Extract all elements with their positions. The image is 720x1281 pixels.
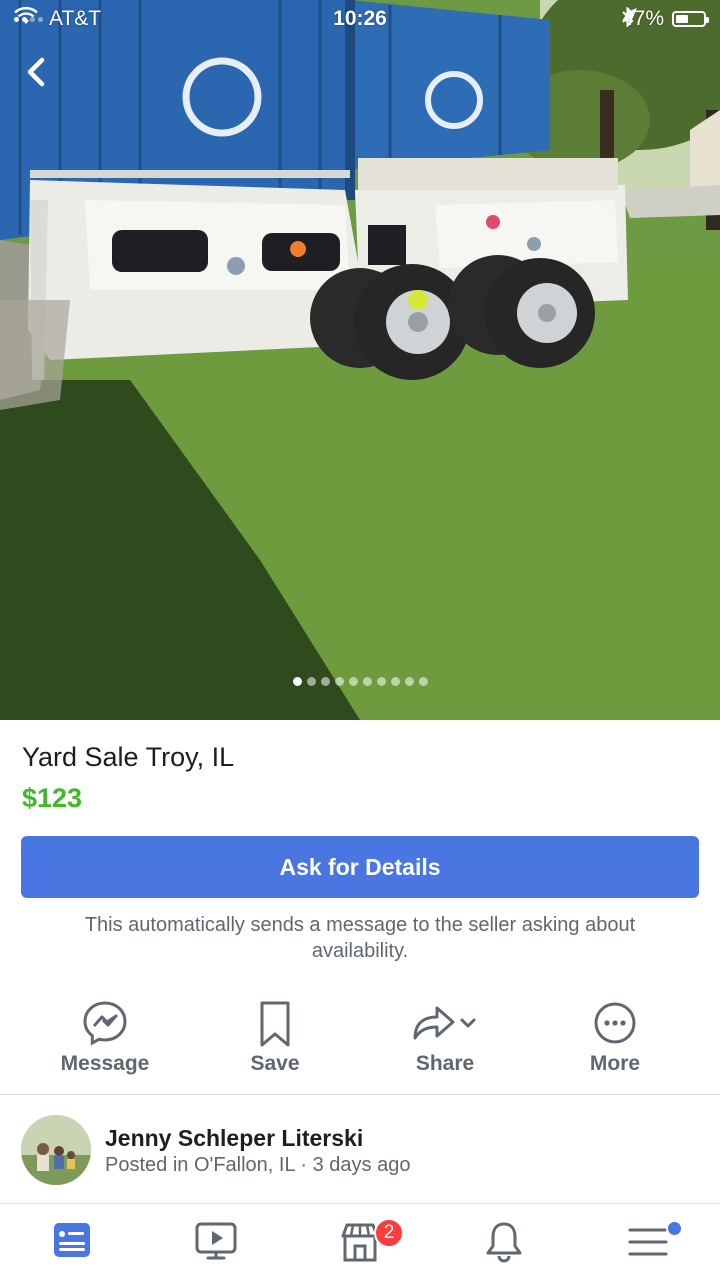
photo-pager[interactable] [0,677,720,686]
news-feed-icon [54,1223,90,1257]
listing-photo[interactable]: AT&T 10:26 47% [0,0,720,720]
pager-dot[interactable] [292,677,302,686]
seller-post-info: Posted in O'Fallon, IL · 3 days ago [105,1154,411,1176]
watch-icon [195,1222,237,1260]
share-button[interactable]: Share [360,996,530,1086]
share-label: Share [415,1052,475,1075]
back-button[interactable] [18,50,58,94]
message-label: Message [60,1052,150,1075]
tab-marketplace[interactable]: 2 [288,1204,432,1281]
listing-title: Yard Sale Troy, IL [22,742,235,772]
pager-dot[interactable] [362,677,372,686]
menu-notification-dot [666,1220,683,1237]
tab-notifications[interactable] [432,1204,576,1281]
pager-dot[interactable] [334,677,344,686]
battery-icon [672,11,709,27]
listing-price: $123 [22,783,83,813]
seller-row[interactable]: Jenny Schleper Literski Posted in O'Fall… [0,1096,720,1201]
seller-name[interactable]: Jenny Schleper Literski [105,1125,363,1152]
status-bar: AT&T 10:26 47% [0,0,720,36]
pager-dot[interactable] [348,677,358,686]
save-button[interactable]: Save [190,996,360,1086]
save-label: Save [250,1052,300,1075]
photo-scene [0,0,720,720]
ask-for-details-button[interactable]: Ask for Details [21,836,699,898]
tab-watch[interactable] [144,1204,288,1281]
tab-news-feed[interactable] [0,1204,144,1281]
marketplace-badge: 2 [374,1218,404,1248]
pager-dot[interactable] [306,677,316,686]
clock: 10:26 [333,7,387,30]
bottom-tab-bar: 2 [0,1203,720,1281]
bookmark-icon [260,1001,290,1047]
notifications-icon [486,1222,522,1263]
pager-dot[interactable] [390,677,400,686]
pager-dot[interactable] [418,677,428,686]
more-button[interactable]: More [530,996,700,1086]
status-right: 47% [622,7,709,31]
seller-avatar[interactable] [21,1115,91,1185]
more-icon [594,1002,636,1044]
divider [0,1094,720,1095]
pager-dot[interactable] [404,677,414,686]
menu-icon [628,1228,668,1256]
action-row: Message Save Share More [0,996,720,1086]
ask-helper-text: This automatically sends a message to th… [84,914,636,962]
pager-dot[interactable] [320,677,330,686]
message-button[interactable]: Message [20,996,190,1086]
tab-menu[interactable] [576,1204,720,1281]
more-label: More [589,1052,641,1075]
avatar-photo [21,1115,91,1185]
messenger-icon [83,1001,127,1046]
share-icon [413,1006,476,1040]
chevron-left-icon [27,57,45,87]
pager-dot[interactable] [376,677,386,686]
bluetooth-icon [622,7,634,27]
